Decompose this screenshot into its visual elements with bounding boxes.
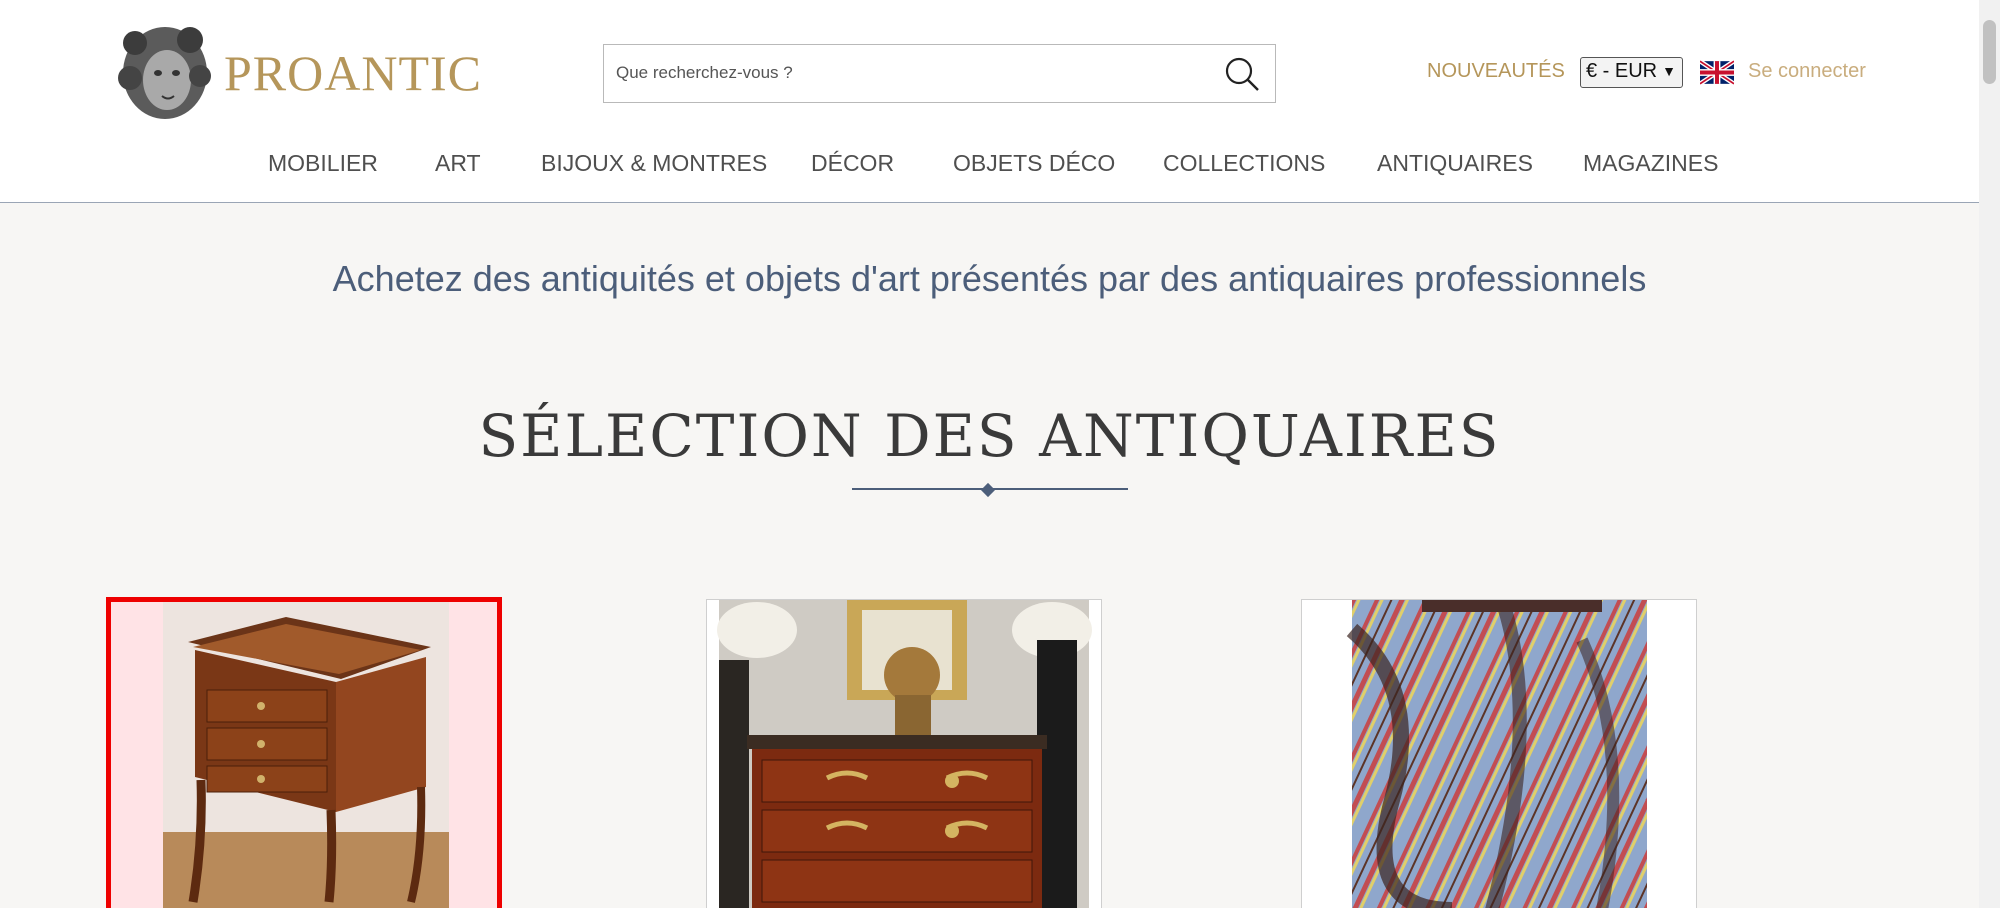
currency-select[interactable]: € - EUR ▼ [1580,57,1683,88]
page-tagline: Achetez des antiquités et objets d'art p… [332,258,1647,299]
nouveautes-link[interactable]: NOUVEAUTÉS [1427,60,1565,83]
nav-item-mobilier[interactable]: MOBILIER [268,150,378,177]
search-icon[interactable] [1223,55,1261,93]
main-nav: MOBILIER ART BIJOUX & MONTRES DÉCOR OBJE… [0,150,1979,180]
nav-item-bijoux-montres[interactable]: BIJOUX & MONTRES [541,150,767,177]
putto-head-logo[interactable] [110,18,215,123]
nav-item-antiquaires[interactable]: ANTIQUAIRES [1377,150,1533,177]
scrollbar-thumb[interactable] [1983,20,1996,84]
product-card-fabric[interactable] [1301,599,1697,908]
currency-value: € - EUR [1586,60,1658,82]
chevron-down-icon: ▼ [1662,63,1676,79]
nav-item-objets-deco[interactable]: OBJETS DÉCO [953,150,1115,177]
page-scrollbar[interactable] [1979,0,2000,908]
brand-name[interactable]: PROANTIC [224,44,482,102]
section-title: SÉLECTION DES ANTIQUAIRES [478,402,1501,470]
search-bar [603,44,1276,103]
nav-item-art[interactable]: ART [435,150,481,177]
inlaid-side-table-photo [111,602,497,908]
uk-flag-icon[interactable] [1700,60,1734,85]
login-link[interactable]: Se connecter [1748,60,1866,83]
product-card-side-table[interactable] [106,597,502,908]
divider-diamond [980,482,996,498]
striped-silk-fabric-photo [1302,600,1696,908]
louis-xv-commode-photo [707,600,1101,908]
product-card-commode[interactable] [706,599,1102,908]
nav-item-decor[interactable]: DÉCOR [811,150,894,177]
nav-item-collections[interactable]: COLLECTIONS [1163,150,1325,177]
site-header: PROANTIC NOUVEAUTÉS € - EUR ▼ Se connect… [0,0,1979,203]
search-input[interactable] [616,45,1206,101]
nav-item-magazines[interactable]: MAGAZINES [1583,150,1718,177]
